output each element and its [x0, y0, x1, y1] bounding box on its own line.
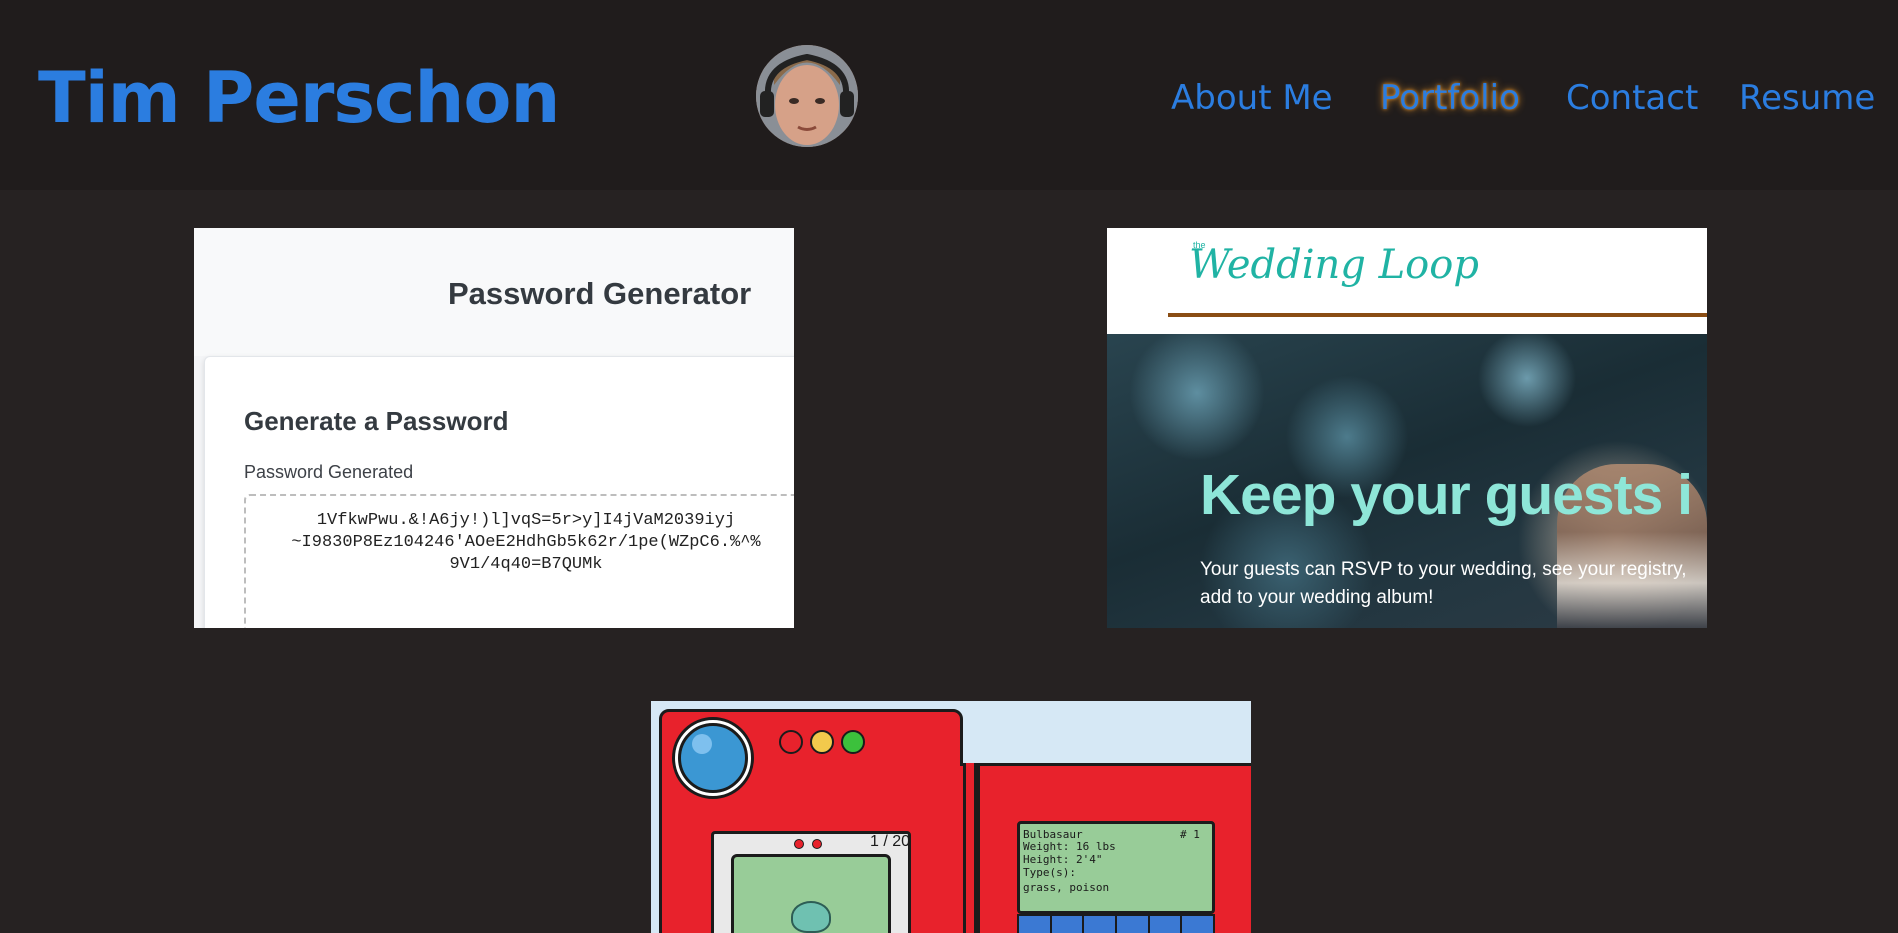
- avatar: [756, 45, 858, 147]
- pokedex-counter: 1 / 20: [870, 833, 911, 850]
- wedding-hero-image: Keep your guests i Your guests can RSVP …: [1107, 334, 1707, 628]
- pokedex-key[interactable]: [1019, 916, 1052, 933]
- wedding-logo: Wedding Loop: [1189, 242, 1479, 288]
- pokedex-yellow-light: [810, 730, 834, 754]
- pokedex-number: # 1: [1180, 828, 1200, 841]
- pokedex-key[interactable]: [1149, 916, 1183, 933]
- pw-field-label: Password Generated: [244, 462, 414, 482]
- pokedex-lens-shine: [692, 734, 712, 754]
- project-card-password-generator[interactable]: Password Generator Generate a Password P…: [194, 228, 794, 628]
- pw-output-box: 1VfkwPwu.&!A6jy!)l]vqS=5r>y]I4jVaM2039iy…: [244, 494, 794, 628]
- pokedex-key[interactable]: [1051, 916, 1085, 933]
- pokedex-types-label: Type(s):: [1023, 866, 1076, 879]
- pokedex-screen-dot-2: [812, 839, 822, 849]
- pokedex-hinge: [963, 763, 977, 933]
- pokedex-keypad: [1017, 914, 1215, 933]
- project-card-pokedex[interactable]: 1 / 20 Bulbasaur # 1 Weight: 16 lbs Heig…: [651, 701, 1251, 933]
- pokedex-key[interactable]: [1117, 916, 1150, 933]
- pokedex-key[interactable]: [1084, 916, 1118, 933]
- nav-portfolio[interactable]: Portfolio: [1380, 76, 1520, 120]
- pokedex-weight: Weight: 16 lbs: [1023, 840, 1116, 853]
- pw-page-heading: Password Generator: [448, 276, 752, 311]
- nav-resume[interactable]: Resume: [1739, 76, 1875, 120]
- pw-subheading: Generate a Password: [244, 406, 509, 436]
- site-title[interactable]: Tim Perschon: [38, 58, 560, 138]
- wedding-header-rule: [1168, 313, 1707, 317]
- pokedex-red-light: [779, 730, 803, 754]
- bulbasaur-sprite: [791, 901, 831, 933]
- pokedex-blue-lens: [678, 723, 748, 793]
- site-header: Tim Perschon About Me Portfolio Contact …: [0, 0, 1898, 190]
- pokedex-screen-dot-1: [794, 839, 804, 849]
- nav-about-me[interactable]: About Me: [1171, 76, 1333, 120]
- pokedex-height: Height: 2'4": [1023, 853, 1103, 866]
- wedding-headline: Keep your guests i: [1200, 463, 1693, 527]
- project-card-wedding-loop[interactable]: the Wedding Loop Keep your guests i Your…: [1107, 228, 1707, 628]
- pokedex-types: grass, poison: [1023, 881, 1110, 894]
- pw-output-text: 1VfkwPwu.&!A6jy!)l]vqS=5r>y]I4jVaM2039iy…: [291, 511, 761, 574]
- pokedex-green-light: [841, 730, 865, 754]
- pokedex-key[interactable]: [1182, 916, 1214, 933]
- nav-contact[interactable]: Contact: [1566, 76, 1698, 120]
- wedding-body-text: Your guests can RSVP to your wedding, se…: [1200, 559, 1687, 608]
